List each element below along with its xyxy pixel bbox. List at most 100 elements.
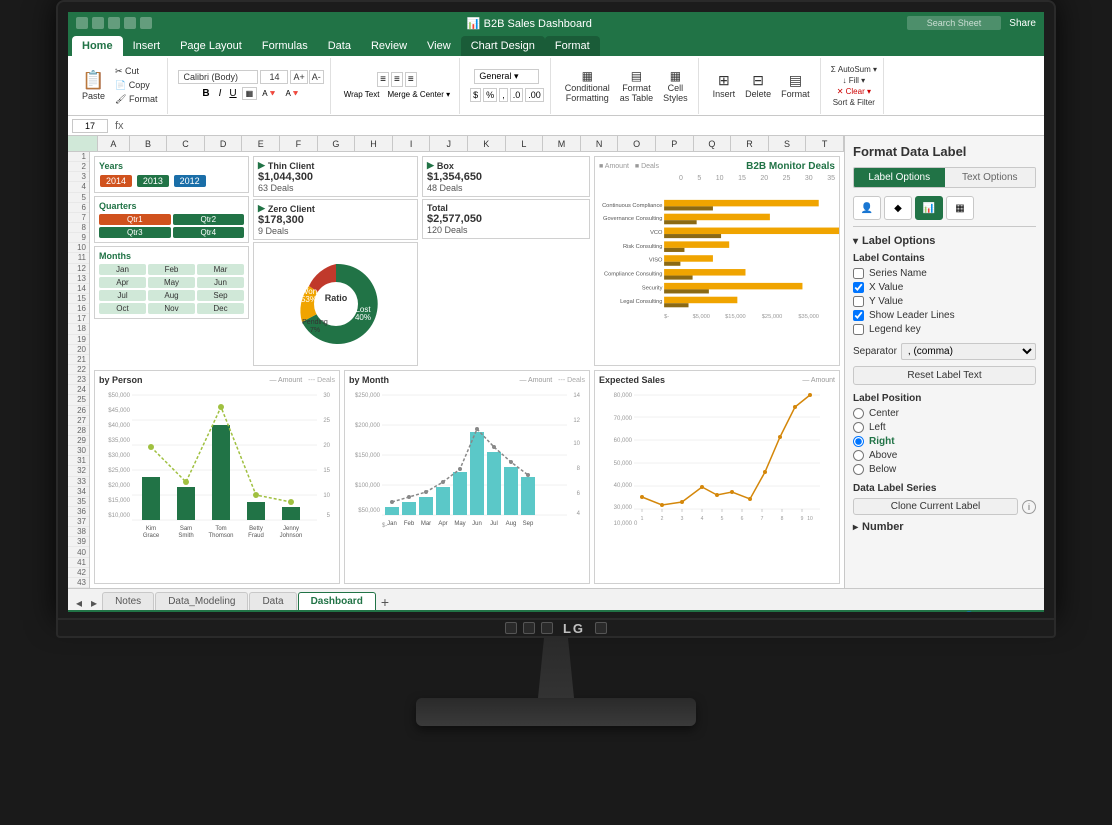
tab-view[interactable]: View [417,36,461,56]
year-2012-btn[interactable]: 2012 [174,175,206,187]
tab-insert[interactable]: Insert [123,36,171,56]
format-as-table-btn[interactable]: ▤ Format as Table [616,67,657,105]
underline-btn[interactable]: U [226,87,239,100]
month-nov[interactable]: Nov [148,303,195,314]
col-M[interactable]: M [543,136,581,151]
copy-btn[interactable]: 📄 Copy [111,79,161,92]
tab-text-options[interactable]: Text Options [945,168,1036,187]
sheet-data-modeling[interactable]: Data_Modeling [155,592,248,610]
tab-review[interactable]: Review [361,36,417,56]
qtr4-btn[interactable]: Qtr4 [173,227,245,238]
add-sheet-btn[interactable]: + [377,594,393,610]
align-left-btn[interactable]: ≡ [377,72,389,87]
col-F[interactable]: F [280,136,318,151]
x-value-checkbox[interactable] [853,282,864,293]
tab-data[interactable]: Data [318,36,361,56]
month-jan[interactable]: Jan [99,264,146,275]
cell-styles-btn[interactable]: ▦ Cell Styles [659,67,692,105]
scroll-left-btn[interactable]: ◂ [72,596,86,610]
number-format-select[interactable]: General ▾ [474,69,539,84]
month-feb[interactable]: Feb [148,264,195,275]
col-R[interactable]: R [731,136,769,151]
month-mar[interactable]: Mar [197,264,244,275]
monitor-btn-3[interactable] [541,622,553,634]
info-icon[interactable]: i [1022,500,1036,514]
number-section[interactable]: Number [853,521,1036,533]
col-O[interactable]: O [618,136,656,151]
decrease-font-btn[interactable]: A- [309,70,324,84]
qtr2-btn[interactable]: Qtr2 [173,214,245,225]
sheet-data[interactable]: Data [249,592,296,610]
qtr1-btn[interactable]: Qtr1 [99,214,171,225]
person-icon-btn[interactable]: 👤 [853,196,881,220]
separator-select[interactable]: , (comma) [901,343,1036,360]
clone-current-label-btn[interactable]: Clone Current Label [853,498,1018,515]
increase-decimal-btn[interactable]: .00 [525,88,544,102]
show-leader-lines-checkbox[interactable] [853,310,864,321]
increase-font-btn[interactable]: A+ [290,70,307,84]
tab-format[interactable]: Format [545,36,600,56]
col-K[interactable]: K [468,136,506,151]
fill-btn[interactable]: ↓ Fill ▾ [843,76,866,85]
cell-reference[interactable] [72,119,108,133]
col-E[interactable]: E [242,136,280,151]
monitor-btn-2[interactable] [523,622,535,634]
share-btn[interactable]: Share [1009,18,1036,29]
wrap-text-btn[interactable]: Wrap Text [341,89,383,100]
col-C[interactable]: C [167,136,205,151]
month-aug[interactable]: Aug [148,290,195,301]
month-apr[interactable]: Apr [99,277,146,288]
series-name-checkbox[interactable] [853,268,864,279]
scroll-right-btn[interactable]: ▸ [87,596,101,610]
month-may[interactable]: May [148,277,195,288]
font-color-btn[interactable]: A🔻 [282,88,303,99]
formula-input[interactable] [131,119,1040,132]
border-btn[interactable]: ▦ [242,87,258,100]
left-radio[interactable] [853,422,864,433]
decrease-decimal-btn[interactable]: .0 [510,88,524,102]
col-B[interactable]: B [130,136,168,151]
col-P[interactable]: P [656,136,694,151]
col-D[interactable]: D [205,136,243,151]
qtr3-btn[interactable]: Qtr3 [99,227,171,238]
delete-btn[interactable]: ⊟ Delete [741,70,775,101]
right-radio[interactable] [853,436,864,447]
col-L[interactable]: L [506,136,544,151]
month-sep[interactable]: Sep [197,290,244,301]
month-jun[interactable]: Jun [197,277,244,288]
month-oct[interactable]: Oct [99,303,146,314]
legend-key-checkbox[interactable] [853,324,864,335]
font-family-select[interactable]: Calibri (Body) [178,70,258,84]
conditional-formatting-btn[interactable]: ▦ Conditional Formatting [561,67,614,105]
window-icon-3[interactable] [108,17,120,29]
col-S[interactable]: S [769,136,807,151]
sort-filter-btn[interactable]: Sort & Filter [833,98,875,107]
col-J[interactable]: J [430,136,468,151]
bar-icon-btn[interactable]: ▦ [946,196,974,220]
search-box[interactable]: Search Sheet [907,16,1002,30]
below-radio[interactable] [853,464,864,475]
bold-btn[interactable]: B [198,86,213,101]
align-right-btn[interactable]: ≡ [405,72,417,87]
fill-color-btn[interactable]: A🔻 [259,88,280,99]
merge-btn[interactable]: Merge & Center ▾ [384,89,453,100]
col-Q[interactable]: Q [694,136,732,151]
year-2013-btn[interactable]: 2013 [137,175,169,187]
tab-page-layout[interactable]: Page Layout [170,36,252,56]
zoom-slider[interactable] [935,611,1005,612]
align-center-btn[interactable]: ≡ [391,72,403,87]
chart-icon-btn[interactable]: 📊 [915,196,943,220]
currency-btn[interactable]: $ [470,88,481,102]
monitor-btn-1[interactable] [505,622,517,634]
month-jul[interactable]: Jul [99,290,146,301]
insert-btn[interactable]: ⊞ Insert [709,70,740,101]
above-radio[interactable] [853,450,864,461]
clear-btn[interactable]: ✕ Clear ▾ [837,87,871,96]
percent-btn[interactable]: % [483,88,497,102]
tab-chart-design[interactable]: Chart Design [461,36,545,56]
autosum-btn[interactable]: Σ AutoSum ▾ [831,65,877,74]
col-H[interactable]: H [355,136,393,151]
comma-btn[interactable]: , [499,88,508,102]
window-icon-2[interactable] [92,17,104,29]
year-2014-btn[interactable]: 2014 [100,175,132,187]
